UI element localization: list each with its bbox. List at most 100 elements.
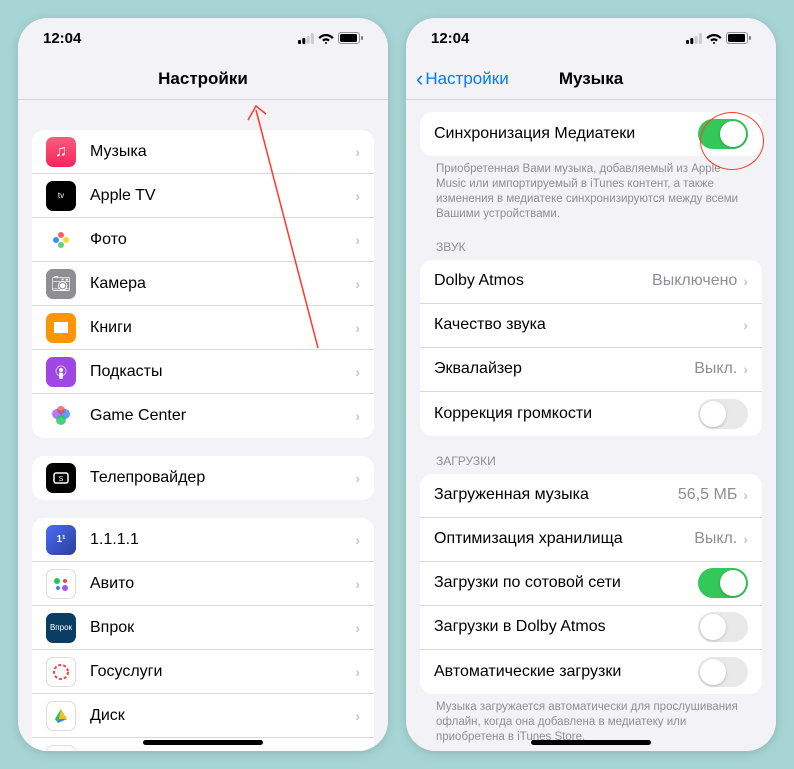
row-gosuslugi[interactable]: Госуслуги› [32, 650, 374, 694]
row-label: Книги [90, 319, 355, 337]
row-label: Загрузки по сотовой сети [434, 574, 698, 592]
list-downloads: Загруженная музыка56,5 МБ› Оптимизация х… [420, 474, 762, 694]
chevron-right-icon: › [355, 708, 360, 724]
row-label: Авито [90, 575, 355, 593]
music-content[interactable]: Синхронизация Медиатеки Приобретенная Ва… [406, 100, 776, 751]
row-value: Выключено [652, 272, 737, 290]
row-label: Музыка [90, 143, 355, 161]
row-audio-quality[interactable]: Качество звука› [420, 304, 762, 348]
app-icon-documents [46, 745, 76, 752]
row-value: Выкл. [694, 530, 737, 548]
battery-icon [726, 32, 751, 44]
chevron-right-icon: › [743, 531, 748, 547]
row-label: Камера [90, 275, 355, 293]
row-label: Загруженная музыка [434, 486, 678, 504]
row-label: Синхронизация Медиатеки [434, 125, 698, 143]
music-settings-screen: 12:04 ‹Настройки Музыка Синхронизация Ме… [406, 18, 776, 751]
signal-icon [298, 33, 314, 44]
row-avito[interactable]: Авито› [32, 562, 374, 606]
row-books[interactable]: Книги› [32, 306, 374, 350]
toggle-auto-downloads[interactable] [698, 657, 748, 687]
row-1111[interactable]: 1¹1.1.1.1› [32, 518, 374, 562]
home-indicator[interactable] [143, 740, 263, 745]
chevron-right-icon: › [355, 532, 360, 548]
signal-icon [686, 33, 702, 44]
camera-icon: 📷︎ [46, 269, 76, 299]
row-label: Коррекция громкости [434, 405, 698, 423]
status-bar: 12:04 [18, 18, 388, 58]
row-sync-library[interactable]: Синхронизация Медиатеки [420, 112, 762, 156]
page-title: Настройки [158, 69, 248, 89]
section-third-party-apps: 1¹1.1.1.1› Авито› ВпрокВпрок› Госуслуги›… [18, 518, 388, 751]
toggle-cellular-downloads[interactable] [698, 568, 748, 598]
row-sound-check[interactable]: Коррекция громкости [420, 392, 762, 436]
row-game-center[interactable]: Game Center› [32, 394, 374, 438]
row-label: Впрок [90, 619, 355, 637]
photos-icon [46, 225, 76, 255]
row-apple-tv[interactable]: tvApple TV› [32, 174, 374, 218]
row-music[interactable]: ♫Музыка› [32, 130, 374, 174]
podcasts-icon [46, 357, 76, 387]
row-tv-provider[interactable]: SТелепровайдер› [32, 456, 374, 500]
section-tv-provider: SТелепровайдер› [18, 456, 388, 500]
list-third-party-apps: 1¹1.1.1.1› Авито› ВпрокВпрок› Госуслуги›… [32, 518, 374, 751]
wifi-icon [706, 32, 722, 44]
chevron-right-icon: › [743, 361, 748, 377]
status-icons [298, 32, 363, 44]
section-header: ЗАГРУЗКИ [406, 454, 776, 474]
chevron-right-icon: › [355, 620, 360, 636]
row-label: Game Center [90, 407, 355, 425]
list-sync: Синхронизация Медиатеки [420, 112, 762, 156]
row-dolby-atmos[interactable]: Dolby AtmosВыключено› [420, 260, 762, 304]
row-equalizer[interactable]: ЭквалайзерВыкл.› [420, 348, 762, 392]
row-label: Качество звука [434, 316, 743, 334]
row-label: Подкасты [90, 363, 355, 381]
row-label: Диск [90, 707, 355, 725]
row-photos[interactable]: Фото› [32, 218, 374, 262]
row-dolby-atmos-downloads[interactable]: Загрузки в Dolby Atmos [420, 606, 762, 650]
row-podcasts[interactable]: Подкасты› [32, 350, 374, 394]
chevron-right-icon: › [355, 188, 360, 204]
row-label: Госуслуги [90, 663, 355, 681]
chevron-right-icon: › [355, 664, 360, 680]
toggle-dolby-atmos-downloads[interactable] [698, 612, 748, 642]
app-icon-1111: 1¹ [46, 525, 76, 555]
chevron-right-icon: › [355, 144, 360, 160]
toggle-sync-library[interactable] [698, 119, 748, 149]
chevron-right-icon: › [355, 320, 360, 336]
chevron-right-icon: › [743, 487, 748, 503]
tv-icon: tv [46, 181, 76, 211]
tv-provider-icon: S [46, 463, 76, 493]
app-icon-vprok: Впрок [46, 613, 76, 643]
home-indicator[interactable] [531, 740, 651, 745]
row-auto-downloads[interactable]: Автоматические загрузки [420, 650, 762, 694]
row-downloaded-music[interactable]: Загруженная музыка56,5 МБ › [420, 474, 762, 518]
app-icon-disk [46, 701, 76, 731]
status-bar: 12:04 [406, 18, 776, 58]
list-sound: Dolby AtmosВыключено› Качество звука› Эк… [420, 260, 762, 436]
status-time: 12:04 [431, 30, 469, 47]
row-label: Фото [90, 231, 355, 249]
wifi-icon [318, 32, 334, 44]
row-optimize-storage[interactable]: Оптимизация хранилищаВыкл.› [420, 518, 762, 562]
row-value: 56,5 МБ [678, 486, 737, 504]
settings-screen: 12:04 Настройки ♫Музыка› tvApple TV› Фот… [18, 18, 388, 751]
row-label: Телепровайдер [90, 469, 355, 487]
page-title: Музыка [559, 69, 623, 89]
app-icon-avito [46, 569, 76, 599]
row-vprok[interactable]: ВпрокВпрок› [32, 606, 374, 650]
app-icon-gosuslugi [46, 657, 76, 687]
back-label: Настройки [425, 69, 508, 89]
row-label: Загрузки в Dolby Atmos [434, 618, 698, 636]
row-label: Автоматические загрузки [434, 663, 698, 681]
chevron-left-icon: ‹ [416, 66, 423, 92]
row-disk[interactable]: Диск› [32, 694, 374, 738]
nav-bar: Настройки [18, 58, 388, 100]
settings-content[interactable]: ♫Музыка› tvApple TV› Фото› 📷︎Камера› Кни… [18, 100, 388, 751]
back-button[interactable]: ‹Настройки [416, 66, 509, 92]
section-footer: Приобретенная Вами музыка, добавляемый и… [406, 156, 776, 222]
chevron-right-icon: › [743, 273, 748, 289]
row-cellular-downloads[interactable]: Загрузки по сотовой сети [420, 562, 762, 606]
toggle-sound-check[interactable] [698, 399, 748, 429]
row-camera[interactable]: 📷︎Камера› [32, 262, 374, 306]
